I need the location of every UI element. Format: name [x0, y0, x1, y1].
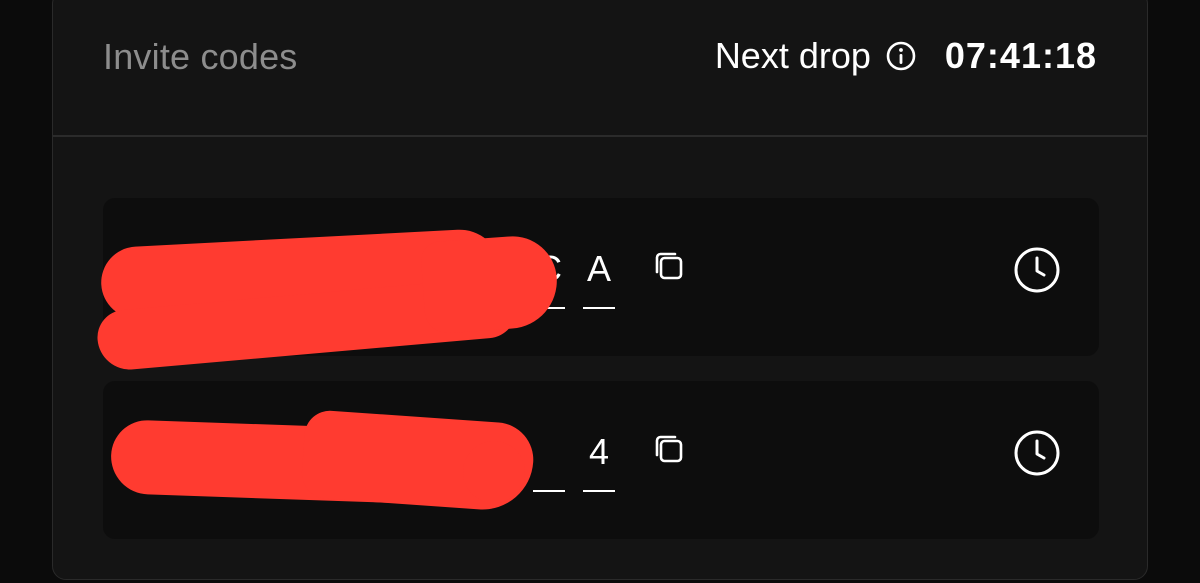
info-icon[interactable] [885, 40, 917, 72]
countdown-timer: 07:41:18 [944, 35, 1097, 76]
invite-code-row: 4 [103, 381, 1099, 539]
next-drop-label: Next drop [714, 35, 871, 76]
redaction-mark [463, 441, 525, 503]
code-char: 4 [583, 431, 615, 492]
redaction-mark [419, 233, 561, 335]
invite-code: C A [95, 198, 615, 373]
clock-button[interactable] [1011, 427, 1063, 479]
clock-icon [1014, 430, 1060, 476]
clock-button[interactable] [1011, 244, 1063, 296]
invite-codes-panel: Invite codes Next drop 07:41:18 C A [52, 0, 1148, 580]
invite-code: 4 [103, 381, 615, 539]
clock-icon [1014, 247, 1060, 293]
copy-button[interactable] [651, 248, 689, 286]
panel-header: Invite codes Next drop 07:41:18 [53, 1, 1147, 137]
invite-code-row: C A [95, 198, 1099, 373]
copy-button[interactable] [651, 431, 689, 469]
copy-icon [655, 252, 683, 280]
next-drop: Next drop 07:41:18 [715, 35, 1097, 77]
copy-icon [655, 435, 683, 463]
code-char: A [583, 248, 615, 309]
page-title: Invite codes [103, 36, 298, 77]
